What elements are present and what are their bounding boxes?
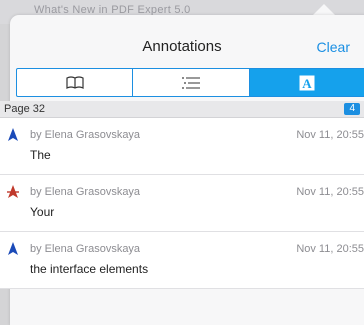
clear-button[interactable]: Clear <box>317 39 350 55</box>
popover-title: Annotations <box>142 38 222 55</box>
annotation-text: The <box>30 148 51 162</box>
annotation-date: Nov 11, 20:55 <box>296 129 364 141</box>
annotation-row[interactable]: by Elena Grasovskaya Nov 11, 20:55 Your <box>0 175 364 232</box>
tab-outline[interactable] <box>133 69 250 96</box>
section-page-label: Page 32 <box>4 103 45 115</box>
strikethrough-pointer-icon <box>7 185 19 198</box>
annotation-date: Nov 11, 20:55 <box>296 186 364 198</box>
annotation-text: the interface elements <box>30 262 149 276</box>
annotation-count-badge: 4 <box>344 103 360 115</box>
annotation-row[interactable]: by Elena Grasovskaya Nov 11, 20:55 The <box>0 118 364 175</box>
annotation-author: by Elena Grasovskaya <box>30 129 141 141</box>
annotation-row[interactable]: by Elena Grasovskaya Nov 11, 20:55 the i… <box>0 232 364 289</box>
page-section-header: Page 32 4 <box>0 101 364 118</box>
svg-text:A: A <box>303 76 313 91</box>
annotation-author: by Elena Grasovskaya <box>30 186 141 198</box>
view-segmented-control: A <box>16 68 364 97</box>
outline-list-icon <box>182 76 200 89</box>
popover-arrow <box>313 4 335 15</box>
annotation-date: Nov 11, 20:55 <box>296 243 364 255</box>
tab-annotations[interactable]: A <box>249 69 364 96</box>
tab-bookmarks[interactable] <box>17 69 134 96</box>
text-pointer-icon <box>8 242 18 255</box>
text-pointer-icon <box>8 128 18 141</box>
annotation-text: Your <box>30 205 55 219</box>
annotation-list: by Elena Grasovskaya Nov 11, 20:55 The b… <box>0 118 364 289</box>
open-book-icon <box>66 75 84 89</box>
popover-header: Annotations Clear <box>10 15 364 65</box>
annotation-author: by Elena Grasovskaya <box>30 243 141 255</box>
annotation-letter-a-icon: A <box>299 75 315 91</box>
